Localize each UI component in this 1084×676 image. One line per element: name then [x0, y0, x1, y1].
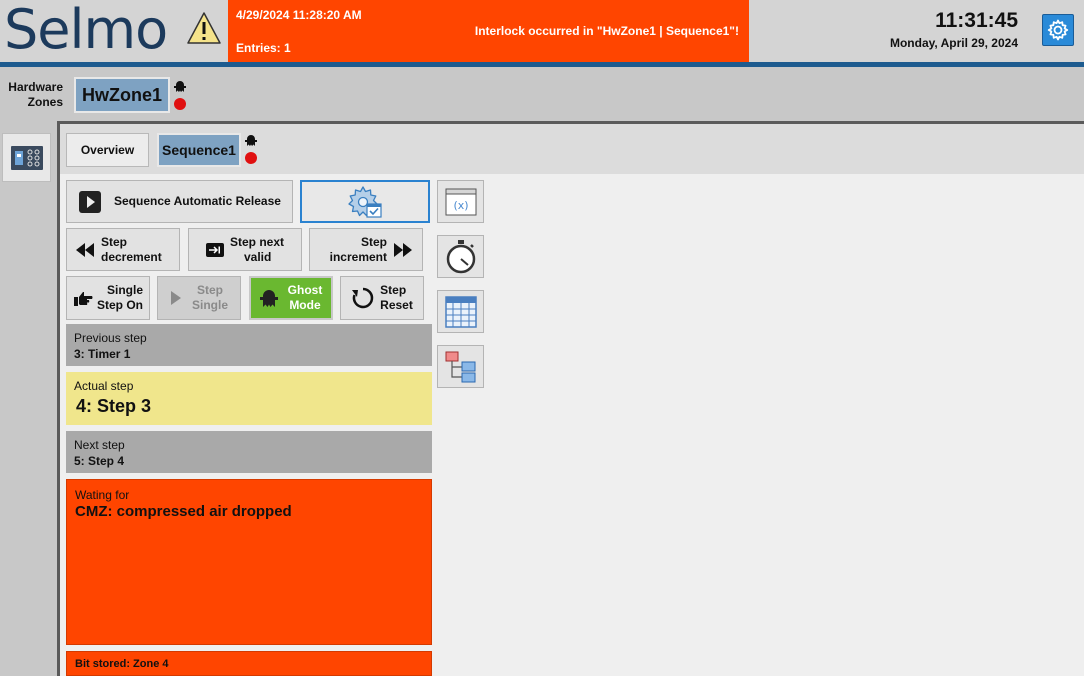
single-step-line1: Single: [106, 283, 143, 297]
step-increment-button[interactable]: Step increment: [309, 228, 423, 271]
release-label: Sequence Automatic Release: [114, 194, 281, 208]
reset-icon: [352, 287, 374, 309]
alarm-message: Interlock occurred in "HwZone1 | Sequenc…: [474, 24, 739, 38]
zone-status-indicator: [174, 98, 186, 110]
zones-label: Zones: [27, 95, 63, 109]
tab-sequence1[interactable]: Sequence1: [157, 133, 241, 167]
gear-icon: [1047, 19, 1069, 41]
timer-button[interactable]: [437, 235, 484, 278]
ghost-mode-button[interactable]: Ghost Mode: [249, 276, 333, 320]
variables-window-icon: (x): [445, 188, 476, 215]
sequence-panel: Overview Sequence1 Sequence Automatic Re…: [57, 121, 1084, 676]
actual-step-caption: Actual step: [74, 379, 134, 393]
next-step-panel: Next step 5: Step 4: [66, 431, 432, 473]
warning-icon[interactable]: [186, 11, 222, 45]
sequence-status-indicator: [245, 152, 257, 164]
fast-forward-icon: [394, 242, 412, 257]
hardware-label: Hardware: [8, 80, 63, 94]
ghost-icon: [259, 290, 278, 307]
hardware-zones-bar: Hardware Zones HwZone1: [0, 67, 1084, 121]
play-icon: [79, 190, 101, 213]
app-header: Selmo 4/29/2024 11:28:20 AM Entries: 1 I…: [0, 0, 1084, 62]
hand-point-icon: [73, 292, 93, 306]
gear-settings-icon: [348, 185, 382, 218]
single-step-line2: Step On: [96, 298, 143, 312]
alarm-entries: Entries: 1: [236, 41, 291, 55]
step-decrement-line1: Step: [101, 234, 128, 249]
step-reset-label: Step Reset: [380, 283, 413, 313]
tab-overview[interactable]: Overview: [66, 133, 149, 167]
ghost-icon: [245, 135, 257, 146]
table-grid-icon: [444, 295, 477, 328]
hwzone1-button[interactable]: HwZone1: [74, 77, 170, 113]
step-next-icon: [205, 242, 224, 257]
sequence-config-button[interactable]: [300, 180, 430, 223]
selmo-logo: Selmo: [4, 0, 168, 61]
settings-button[interactable]: [1042, 14, 1074, 46]
sequence-automatic-release-button[interactable]: Sequence Automatic Release: [66, 180, 293, 223]
step-single-label: Step Single: [192, 283, 228, 313]
step-next-line2: valid: [243, 249, 272, 264]
waiting-caption: Wating for: [75, 488, 130, 502]
rewind-icon: [76, 242, 94, 257]
actual-step-value: 4: Step 3: [76, 396, 152, 416]
hierarchy-tree-icon: [445, 351, 475, 382]
sequence-tree-button[interactable]: [437, 345, 484, 388]
step-next-line1: Step next: [229, 234, 284, 249]
clock-date: Monday, April 29, 2024: [889, 36, 1018, 50]
step-increment-label: Step increment: [330, 235, 387, 265]
step-increment-line1: Step: [360, 234, 387, 249]
step-reset-line1: Step: [380, 283, 407, 297]
svg-text:(x): (x): [453, 199, 468, 212]
step-reset-line2: Reset: [380, 298, 413, 312]
actual-step-panel: Actual step 4: Step 3: [66, 372, 432, 425]
step-reset-button[interactable]: Step Reset: [340, 276, 424, 320]
step-single-button[interactable]: Step Single: [157, 276, 241, 320]
play-icon: [170, 291, 181, 305]
step-single-line2: Single: [191, 298, 228, 312]
step-single-line1: Step: [196, 283, 223, 297]
sequence-tabbar: Overview Sequence1: [60, 124, 1084, 174]
sidebar-panel-button[interactable]: [2, 133, 51, 182]
alarm-timestamp: 4/29/2024 11:28:20 AM: [236, 8, 362, 22]
single-step-on-label: Single Step On: [97, 283, 143, 313]
hardware-zones-label: Hardware Zones: [4, 80, 63, 110]
previous-step-caption: Previous step: [74, 331, 147, 345]
stopwatch-icon: [446, 239, 475, 273]
next-step-caption: Next step: [74, 438, 125, 452]
step-decrement-line2: decrement: [101, 249, 162, 264]
step-decrement-button[interactable]: Step decrement: [66, 228, 180, 271]
clock-time: 11:31:45: [935, 9, 1018, 32]
alarm-banner[interactable]: 4/29/2024 11:28:20 AM Entries: 1 Interlo…: [228, 0, 749, 62]
step-decrement-label: Step decrement: [101, 235, 162, 265]
ghost-mode-label: Ghost Mode: [288, 283, 323, 313]
previous-step-value: 3: Timer 1: [74, 347, 131, 361]
step-increment-line2: increment: [329, 249, 387, 264]
ghost-icon: [174, 81, 186, 92]
single-step-on-button[interactable]: Single Step On: [66, 276, 150, 320]
ghost-mode-line1: Ghost: [287, 283, 323, 297]
step-next-valid-button[interactable]: Step next valid: [188, 228, 302, 271]
previous-step-panel: Previous step 3: Timer 1: [66, 324, 432, 366]
table-view-button[interactable]: [437, 290, 484, 333]
ghost-mode-line2: Mode: [289, 298, 321, 312]
variables-window-button[interactable]: (x): [437, 180, 484, 223]
waiting-for-panel: Wating for CMZ: compressed air dropped: [66, 479, 432, 645]
next-step-value: 5: Step 4: [74, 454, 125, 468]
bit-stored-panel: Bit stored: Zone 4: [66, 651, 432, 676]
step-next-valid-label: Step next valid: [230, 235, 284, 265]
waiting-value: CMZ: compressed air dropped: [75, 503, 292, 520]
control-panel-icon: [10, 145, 43, 170]
